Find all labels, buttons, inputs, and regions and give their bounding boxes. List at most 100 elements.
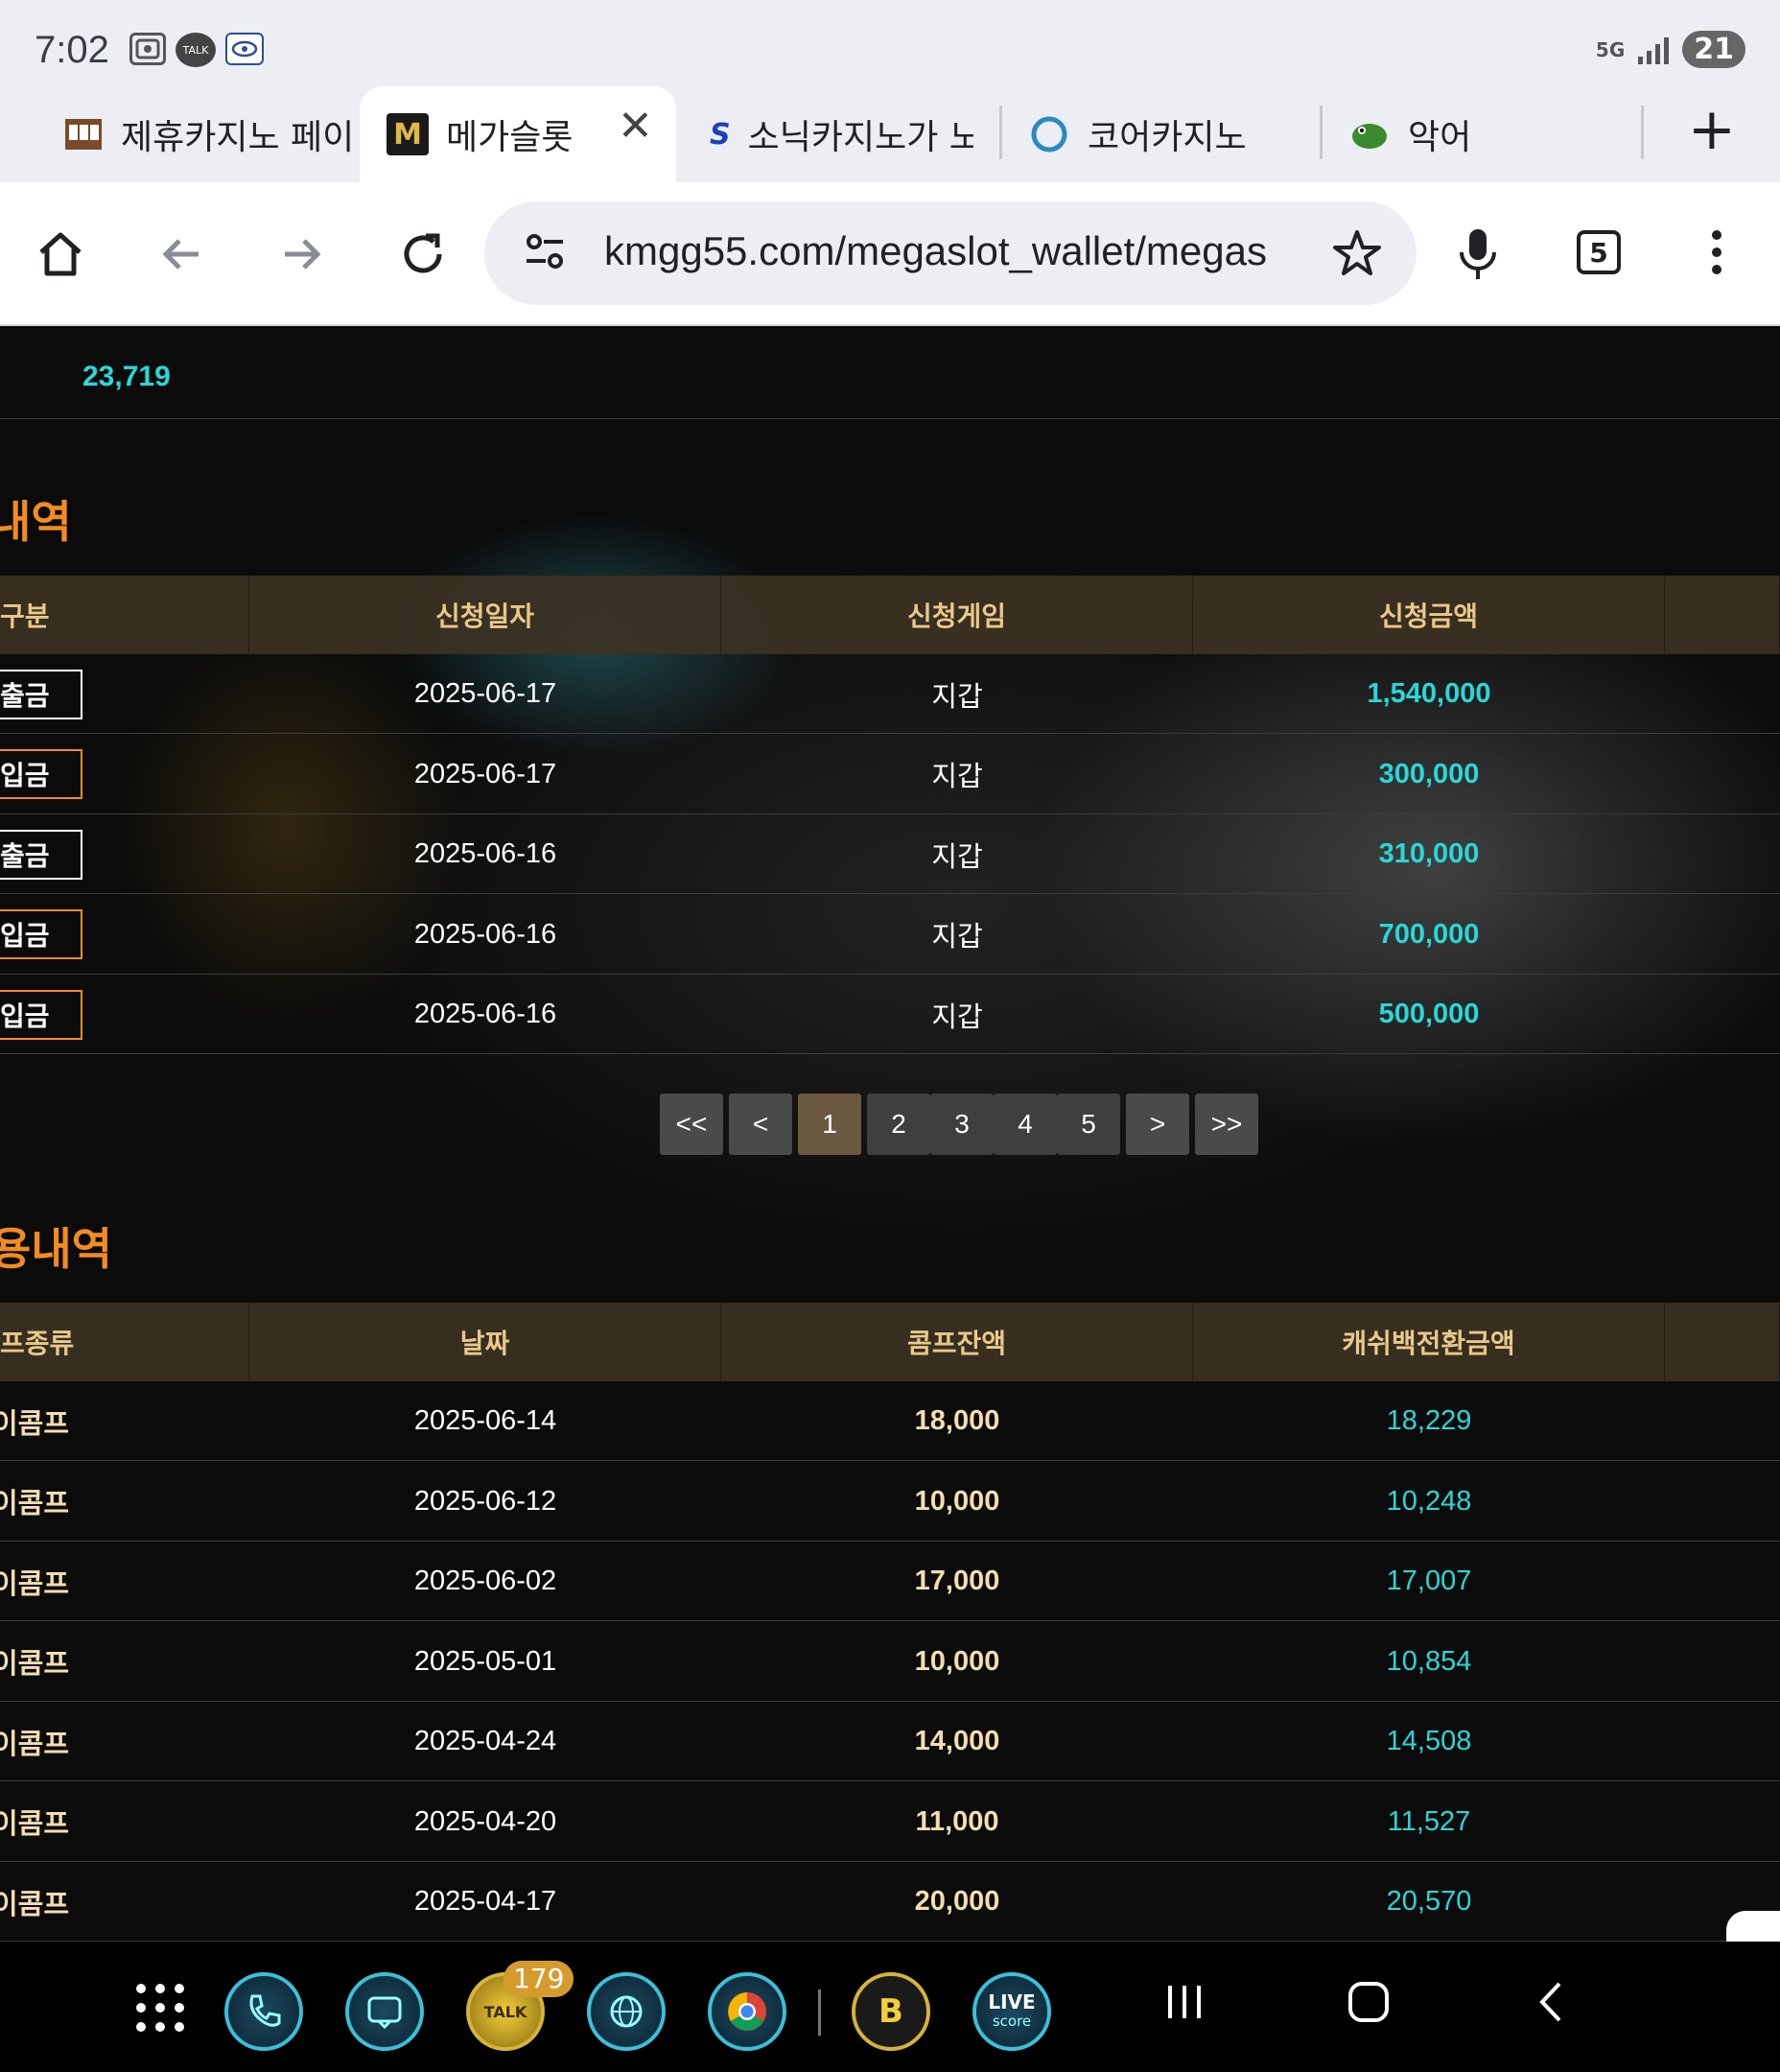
table-row: 이콤프 2025-05-01 10,000 10,854 (0, 1622, 1780, 1702)
side-panel-handle[interactable] (1726, 1911, 1780, 1942)
tab-title: 메가슬롯 (446, 118, 574, 157)
tab-core-casino[interactable]: 코어카지노 (1028, 86, 1316, 182)
microphone-icon (1460, 229, 1496, 279)
site-settings-icon[interactable] (521, 226, 571, 280)
status-notification-icons: TALK (129, 33, 264, 67)
type-badge: 입금 (0, 749, 82, 799)
spacer-cell (1665, 1542, 1780, 1621)
new-tab-button[interactable]: + (1688, 96, 1736, 163)
type-cell: 출금 (0, 814, 249, 894)
recent-apps-button[interactable] (1160, 1978, 1208, 2038)
kakaotalk-badge: 179 (504, 1961, 574, 1997)
crocodile-icon (1348, 113, 1391, 155)
table-row: 입금 2025-06-17 지갑 300,000 (0, 735, 1780, 814)
more-menu-icon[interactable] (1712, 230, 1721, 274)
comp-balance-cell: 10,000 (914, 1645, 1000, 1677)
home-button[interactable] (25, 219, 96, 290)
tab-title: 코어카지노 (1088, 118, 1247, 157)
page-button-1[interactable]: 1 (798, 1094, 861, 1155)
column-header: 신청게임 (721, 576, 1193, 654)
comp-type-cell: 이콤프 (0, 1729, 70, 1760)
voice-search-button[interactable] (1442, 219, 1513, 290)
address-bar[interactable]: kmgg55.com/megaslot_wallet/megas (484, 201, 1417, 305)
comp-type-cell: 이콤프 (0, 1568, 70, 1600)
comp-balance-cell: 17,000 (914, 1566, 1000, 1596)
page-button-4[interactable]: 4 (994, 1094, 1057, 1155)
page-button-5[interactable]: 5 (1057, 1094, 1120, 1155)
date-cell: 2025-04-20 (413, 1805, 557, 1837)
page-content: 23,719 내역 구분 신청일자 신청게임 신청금액 출금 2025-06-17… (0, 328, 1780, 1942)
table-row: 이콤프 2025-04-20 11,000 11,527 (0, 1782, 1780, 1862)
amount-cell: 500,000 (1378, 999, 1480, 1029)
browser-chrome-top: 7:02 TALK 5G 21 제휴카지노 페이 M 메가슬롯 ✕ S 소닉카지… (0, 0, 1780, 182)
date-cell: 2025-06-16 (413, 838, 557, 869)
type-badge: 입금 (0, 909, 82, 959)
column-header: 신청일자 (249, 576, 721, 654)
points-value: 23,719 (82, 361, 171, 392)
phone-app-icon[interactable] (224, 1972, 303, 2051)
type-badge: 출금 (0, 829, 82, 880)
back-nav-button[interactable] (1529, 1978, 1577, 2038)
history-table-header: 구분 신청일자 신청게임 신청금액 (0, 576, 1780, 654)
page-button-2[interactable]: 2 (867, 1094, 930, 1155)
back-button[interactable] (146, 219, 217, 290)
date-cell: 2025-06-14 (413, 1405, 557, 1436)
app-drawer-icon[interactable] (136, 1984, 184, 2032)
spacer-cell (1665, 814, 1780, 894)
tab-divider (1641, 106, 1644, 159)
section-title-comp-usage: 용내역 (0, 1223, 112, 1275)
prev-page-button[interactable]: < (729, 1094, 792, 1155)
amount-cell: 1,540,000 (1367, 678, 1491, 709)
comp-balance-cell: 10,000 (914, 1485, 1000, 1517)
home-nav-button[interactable] (1345, 1978, 1393, 2038)
comp-balance-cell: 20,000 (914, 1886, 1000, 1917)
last-page-button[interactable]: >> (1195, 1094, 1258, 1155)
table-row: 출금 2025-06-17 지갑 1,540,000 (0, 654, 1780, 734)
cashback-cell: 17,007 (1386, 1566, 1472, 1596)
m-logo-icon: M (386, 113, 429, 155)
page-button-3[interactable]: 3 (930, 1094, 994, 1155)
cashback-cell: 20,570 (1386, 1886, 1472, 1917)
next-page-button[interactable]: > (1126, 1094, 1189, 1155)
bookmark-star-icon[interactable] (1330, 226, 1384, 284)
section-title-history: 내역 (0, 496, 72, 548)
table-row: 이콤프 2025-04-24 14,000 14,508 (0, 1702, 1780, 1781)
date-cell: 2025-06-17 (413, 758, 557, 789)
screenshot-icon (129, 33, 166, 65)
dock-divider (818, 1990, 821, 2036)
status-time: 7:02 (35, 29, 109, 71)
tab-sonic-casino[interactable]: S 소닉카지노가 노 (710, 86, 973, 182)
status-bar: 7:02 TALK 5G 21 (0, 0, 1780, 86)
column-header-spacer (1665, 576, 1780, 654)
arrow-left-icon (162, 239, 199, 270)
amount-cell: 700,000 (1378, 918, 1480, 950)
reload-button[interactable] (387, 219, 458, 290)
spacer-cell (1665, 735, 1780, 814)
comp-type-cell: 이콤프 (0, 1809, 70, 1840)
livescore-app-icon[interactable]: LIVE score (972, 1972, 1051, 2051)
tab-title: 악어 (1408, 118, 1472, 157)
close-tab-icon[interactable]: ✕ (618, 102, 653, 151)
column-header: 신청금액 (1193, 576, 1665, 654)
comp-balance-cell: 11,000 (915, 1805, 999, 1837)
tab-jehyu-casino[interactable]: 제휴카지노 페이 (63, 86, 351, 182)
first-page-button[interactable]: << (660, 1094, 723, 1155)
home-icon (39, 232, 82, 276)
forward-button[interactable] (267, 219, 338, 290)
b-app-icon[interactable]: B (852, 1972, 930, 2051)
messages-app-icon[interactable] (345, 1972, 424, 2051)
comp-balance-cell: 18,000 (914, 1405, 1000, 1436)
game-cell: 지갑 (931, 681, 983, 713)
date-cell: 2025-04-17 (413, 1886, 557, 1917)
url-text[interactable]: kmgg55.com/megaslot_wallet/megas (604, 228, 1276, 274)
column-header: 콤프잔액 (721, 1303, 1193, 1381)
arrow-right-icon (285, 239, 321, 270)
internet-app-icon[interactable] (587, 1972, 666, 2051)
tab-crocodile[interactable]: 악어 (1348, 86, 1617, 182)
date-cell: 2025-06-16 (413, 999, 557, 1029)
tab-switcher-button[interactable]: 5 (1577, 230, 1621, 274)
type-cell: 입금 (0, 895, 249, 975)
comp-table-header: 프종류 날짜 콤프잔액 캐쉬백전환금액 (0, 1303, 1780, 1381)
tab-title: 소닉카지노가 노 (747, 118, 973, 157)
chrome-app-icon[interactable] (708, 1972, 786, 2051)
